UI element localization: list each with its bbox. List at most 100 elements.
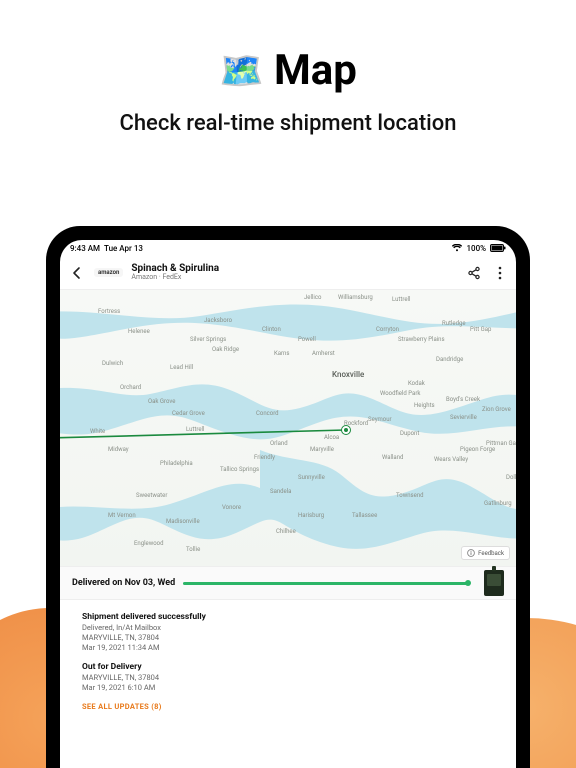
map-city-label: Silver Springs — [190, 336, 226, 343]
map-city-label: Karns — [274, 350, 289, 357]
wifi-icon — [452, 244, 462, 252]
tablet-screen: 9:43 AM Tue Apr 13 100% amazon Spinach &… — [60, 240, 516, 768]
delivery-status-row: Delivered on Nov 03, Wed — [60, 566, 516, 600]
tablet-frame: 9:43 AM Tue Apr 13 100% amazon Spinach &… — [46, 226, 530, 768]
map-city-label: Sandela — [270, 488, 291, 495]
map-city-label: Gatlinburg — [484, 500, 512, 507]
hero-subtitle: Check real-time shipment location — [0, 111, 576, 136]
update-item: Shipment delivered successfully Delivere… — [82, 612, 494, 652]
battery-icon — [490, 244, 506, 252]
statusbar: 9:43 AM Tue Apr 13 100% — [60, 240, 516, 256]
update-detail: Mar 19, 2021 6:10 AM — [82, 683, 494, 692]
hero-title: 🗺️ Map — [0, 0, 576, 95]
map-city-label: Chilhee — [276, 528, 296, 535]
map-city-label: White — [90, 428, 105, 435]
info-icon — [467, 549, 475, 557]
update-detail: MARYVILLE, TN, 37804 — [82, 673, 494, 682]
map-city-label: Concord — [256, 410, 279, 417]
map-city-label: Orchard — [120, 384, 141, 391]
map-city-label: Sweetwater — [136, 492, 167, 499]
update-heading: Out for Delivery — [82, 662, 494, 672]
map-view[interactable]: Jellico Williamsburg Luttrell Fortress Jacks… — [60, 290, 516, 566]
map-city-label: Heights — [414, 402, 435, 409]
map-city-label: Rockford — [344, 420, 368, 427]
map-city-label: Tallico Springs — [220, 466, 259, 473]
map-city-label: Maryville — [310, 446, 334, 453]
statusbar-date: Tue Apr 13 — [104, 244, 143, 253]
map-city-label: Orland — [270, 440, 288, 447]
app-header: amazon Spinach & Spirulina Amazon · FedE… — [60, 256, 516, 290]
map-city-label: Sevierville — [450, 414, 477, 421]
map-city-label: Helenee — [128, 328, 150, 335]
map-city-label: Philadelphia — [160, 460, 193, 467]
map-city-label: Vonore — [222, 504, 241, 511]
update-detail: Mar 19, 2021 11:34 AM — [82, 643, 494, 652]
map-city-label: Pittman Gardens — [486, 440, 516, 447]
map-city-label: Dupont — [400, 430, 419, 437]
map-city-label: Clinton — [262, 326, 281, 333]
more-button[interactable] — [492, 265, 508, 281]
map-city-label: Wears Valley — [434, 456, 468, 463]
map-feedback-label: Feedback — [478, 550, 504, 557]
back-button[interactable] — [68, 264, 86, 282]
map-city-label: Luttrell — [392, 296, 410, 303]
map-city-label: Oak Grove — [148, 398, 175, 405]
map-city-label: Amherst — [312, 350, 335, 357]
see-all-updates-button[interactable]: SEE ALL UPDATES (8) — [82, 702, 494, 711]
delivery-status-title: Delivered on Nov 03, Wed — [72, 578, 175, 588]
statusbar-left: 9:43 AM Tue Apr 13 — [70, 244, 143, 253]
statusbar-battery: 100% — [466, 244, 486, 253]
map-city-label: Cedar Grove — [172, 410, 205, 417]
map-city-label: Rutledge — [442, 320, 466, 327]
product-thumbnail[interactable] — [484, 570, 504, 596]
map-city-label: Kodak — [408, 380, 425, 387]
map-city-label: Corryton — [376, 326, 399, 333]
map-city-label: Harisburg — [298, 512, 324, 519]
route-endpoint-icon — [342, 426, 350, 434]
update-item: Out for Delivery MARYVILLE, TN, 37804 Ma… — [82, 662, 494, 692]
map-city-label: Madisonville — [166, 518, 200, 525]
map-city-label: Englewood — [134, 540, 163, 547]
map-city-label: Dandridge — [436, 356, 463, 363]
statusbar-time: 9:43 AM — [70, 244, 100, 253]
update-heading: Shipment delivered successfully — [82, 612, 494, 622]
map-city-label: Seymour — [368, 416, 392, 423]
map-city-label: Tallassee — [352, 512, 377, 519]
map-city-label: Lead Hill — [170, 364, 193, 371]
map-city-label: Woodfield Park — [380, 390, 420, 397]
map-city-label: Mt Vernon — [108, 512, 136, 519]
shipment-subtitle: Amazon · FedEx — [131, 274, 219, 281]
updates-list: Shipment delivered successfully Delivere… — [60, 600, 516, 711]
map-feedback-button[interactable]: Feedback — [461, 546, 510, 560]
progress-bar — [183, 582, 468, 585]
map-emoji-icon: 🗺️ — [219, 50, 264, 92]
share-button[interactable] — [466, 265, 482, 281]
map-city-label: Jacksboro — [204, 317, 232, 324]
map-city-label: Dulwich — [102, 360, 123, 367]
map-city-label: Fortress — [98, 308, 120, 315]
map-city-label: Boyd's Creek — [446, 396, 480, 403]
hero-title-text: Map — [274, 46, 357, 95]
map-city-label: Sunnyville — [298, 474, 325, 481]
update-detail: Delivered, In/At Mailbox — [82, 623, 494, 632]
map-city-label: Dollywood — [506, 474, 516, 481]
map-city-label: Midway — [108, 446, 129, 453]
map-city-label: Friendly — [254, 454, 275, 461]
map-city-label: Townsend — [396, 492, 424, 499]
map-city-label: Pigeon Forge — [460, 446, 495, 453]
map-city-label: Alcoa — [324, 434, 339, 441]
vendor-badge: amazon — [94, 268, 123, 277]
map-city-label: Pitt Gap — [470, 326, 491, 333]
map-city-label: Oak Ridge — [212, 346, 239, 353]
map-city-label: Williamsburg — [338, 294, 373, 301]
update-detail: MARYVILLE, TN, 37804 — [82, 633, 494, 642]
map-city-label: Tollie — [186, 546, 200, 553]
map-city-label: Strawberry Plains — [398, 336, 445, 343]
map-city-label: Walland — [382, 454, 403, 461]
map-city-label: Zion Grove — [482, 406, 511, 413]
map-city-label: Jellico — [304, 294, 321, 301]
map-city-label: Knoxville — [332, 370, 364, 379]
statusbar-right: 100% — [452, 244, 506, 253]
header-title-block: Spinach & Spirulina Amazon · FedEx — [131, 264, 219, 282]
map-city-label: Powell — [298, 336, 316, 343]
